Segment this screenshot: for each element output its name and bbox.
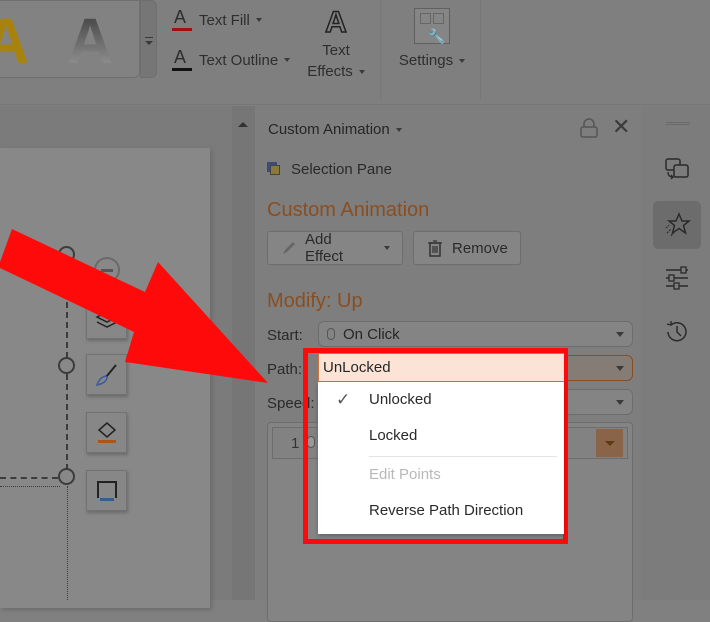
vertical-scrollbar[interactable] [232, 106, 254, 600]
text-outline-button[interactable]: A Text Outline [170, 47, 291, 72]
path-label: Path: [267, 361, 303, 378]
text-fill-icon: A [170, 7, 192, 32]
path-dropdown-menu: ✓ Unlocked Locked Edit Points Reverse Pa… [318, 382, 564, 534]
ribbon-separator [480, 0, 481, 100]
brush-icon [95, 363, 117, 386]
outline-icon [96, 480, 117, 501]
sidebar-item-custom-animation[interactable] [653, 201, 701, 249]
gallery-style-gold[interactable]: A [0, 9, 29, 73]
menu-item-reverse-path-direction[interactable]: Reverse Path Direction [318, 495, 564, 527]
menu-item-locked[interactable]: Locked [318, 420, 564, 452]
settings-button[interactable]: 🔧 Settings [392, 8, 472, 71]
mouse-icon [327, 328, 335, 340]
outline-button[interactable] [86, 470, 127, 511]
switch-windows-icon [665, 158, 689, 180]
sidebar-item-history[interactable] [653, 308, 701, 356]
start-label: Start: [267, 327, 303, 344]
modify-title: Modify: Up [267, 290, 363, 312]
sliders-icon [666, 266, 688, 290]
path-dropdown: UnLocked ✓ Unlocked Locked Edit Points R… [318, 353, 564, 535]
settings-icon: 🔧 [414, 8, 450, 44]
text-style-gallery[interactable]: A A [0, 0, 140, 78]
chevron-down-icon [255, 18, 262, 22]
remove-button[interactable]: Remove [413, 231, 521, 265]
star-animation-icon [665, 212, 691, 237]
close-icon[interactable]: ✕ [612, 116, 630, 138]
text-effects-label-1: Text [322, 42, 350, 59]
slide-canvas-area [0, 106, 232, 608]
layers-icon [94, 310, 119, 328]
gallery-style-gradient[interactable]: A [67, 9, 113, 73]
selection-pane-label: Selection Pane [291, 161, 392, 178]
settings-label: Settings [392, 50, 472, 71]
menu-separator [369, 456, 557, 457]
layers-button[interactable] [86, 298, 127, 339]
collapse-icon[interactable] [94, 257, 120, 283]
scroll-up-icon[interactable] [238, 122, 248, 127]
resize-handle[interactable] [58, 357, 75, 374]
text-effects-button[interactable]: A Text Effects [306, 5, 366, 82]
text-fill-button[interactable]: A Text Fill [170, 7, 262, 32]
chevron-down-icon [284, 58, 291, 62]
selection-pane-link[interactable]: Selection Pane [267, 161, 392, 178]
ribbon: A A A Text Fill A Text Outline A Text Ef… [0, 0, 710, 105]
menu-item-edit-points: Edit Points [369, 466, 441, 483]
sidebar-item-adjustments[interactable] [653, 254, 701, 302]
pane-title-dropdown[interactable]: Custom Animation [268, 121, 402, 138]
section-title: Custom Animation [267, 199, 430, 221]
text-outline-icon: A [170, 47, 192, 72]
brush-button[interactable] [86, 354, 127, 395]
selection-pane-icon [267, 161, 283, 178]
right-sidebar [642, 106, 710, 600]
text-effects-label-2: Effects [306, 61, 366, 82]
start-select[interactable]: On Click [318, 321, 633, 347]
history-icon [666, 321, 687, 342]
pencil-icon [283, 242, 295, 254]
text-outline-label: Text Outline [199, 51, 279, 69]
lock-icon[interactable] [578, 117, 600, 139]
sidebar-item-switch-windows[interactable] [653, 146, 701, 194]
resize-handle[interactable] [58, 468, 75, 485]
grip-icon[interactable] [666, 122, 690, 125]
resize-handle[interactable] [58, 246, 75, 263]
gallery-more-button[interactable] [140, 0, 157, 78]
text-fill-label: Text Fill [199, 11, 250, 29]
fill-button[interactable] [86, 412, 127, 453]
paint-bucket-icon [97, 421, 116, 443]
add-effect-button[interactable]: Add Effect [267, 231, 403, 265]
menu-item-unlocked[interactable]: ✓ Unlocked [318, 384, 564, 416]
item-number: 1 [291, 435, 300, 452]
trash-icon [428, 240, 442, 257]
text-effects-icon: A [324, 5, 347, 40]
check-icon: ✓ [336, 390, 351, 409]
path-dropdown-current[interactable]: UnLocked [318, 353, 564, 382]
item-dropdown-button[interactable] [596, 429, 623, 457]
ribbon-separator [380, 0, 381, 100]
